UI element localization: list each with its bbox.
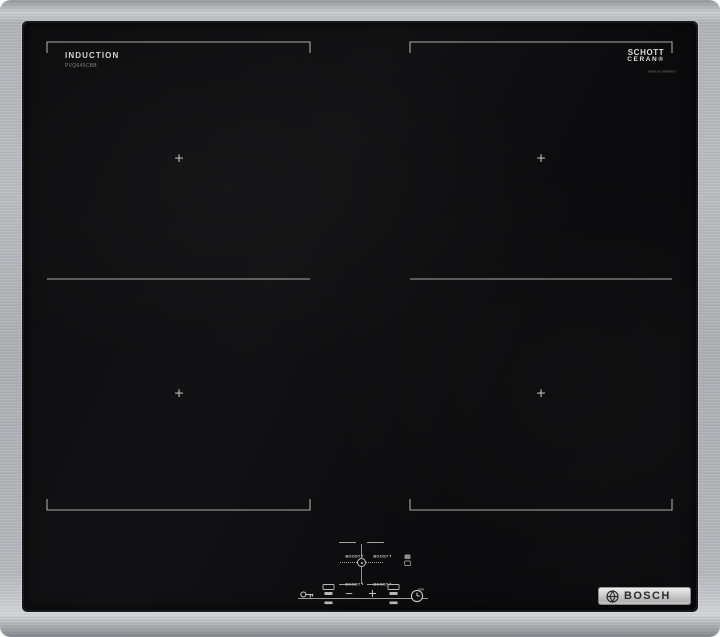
key-lock-icon[interactable]	[300, 590, 314, 599]
power-minus-button[interactable]: −	[341, 586, 357, 601]
combi-zone-right-button[interactable]	[387, 584, 400, 605]
cooking-zone-markings	[46, 41, 673, 511]
combi-zone-icon	[387, 584, 400, 605]
combi-zone-left-button[interactable]	[322, 584, 335, 605]
zone-select-back-left-button[interactable]	[339, 542, 356, 543]
schott-logo-subtext: MADE IN GERMANY	[647, 69, 677, 74]
timer-clock-icon[interactable]	[410, 589, 424, 603]
bosch-emblem-icon	[606, 589, 619, 603]
stainless-steel-frame: INDUCTION PVQ645CBB SCHOTT CERAN® MADE I…	[0, 0, 720, 637]
ceramic-glass-surface: INDUCTION PVQ645CBB SCHOTT CERAN® MADE I…	[24, 23, 696, 610]
zone-marker-back-right: +	[536, 150, 546, 168]
induction-hob-photo: INDUCTION PVQ645CBB SCHOTT CERAN® MADE I…	[0, 0, 720, 637]
zone-marker-back-left: +	[174, 150, 184, 168]
combi-zone-icon	[322, 584, 335, 605]
boost-label: BOOST	[373, 553, 389, 559]
induction-type-label: INDUCTION	[65, 51, 120, 60]
boost-power-icon	[389, 554, 391, 558]
model-number-label: PVQ645CBB	[65, 63, 97, 69]
zone-select-back-right-button[interactable]	[367, 542, 384, 543]
boost-label: BOOST	[345, 553, 361, 559]
power-plus-button[interactable]: +	[364, 585, 381, 601]
bosch-logo-plate: BOSCH	[598, 587, 691, 605]
bosch-logo-text: BOSCH	[624, 590, 671, 602]
zone-marker-front-right: +	[536, 385, 546, 403]
zone-marker-front-left: +	[174, 385, 184, 403]
schott-logo-line2: CERAN®	[627, 56, 665, 64]
feature-indicator-icon	[403, 554, 412, 566]
zone-selector-knob[interactable]	[357, 558, 366, 567]
control-strip-line	[298, 598, 428, 599]
schott-ceran-logo: SCHOTT CERAN® MADE IN GERMANY	[624, 48, 676, 81]
